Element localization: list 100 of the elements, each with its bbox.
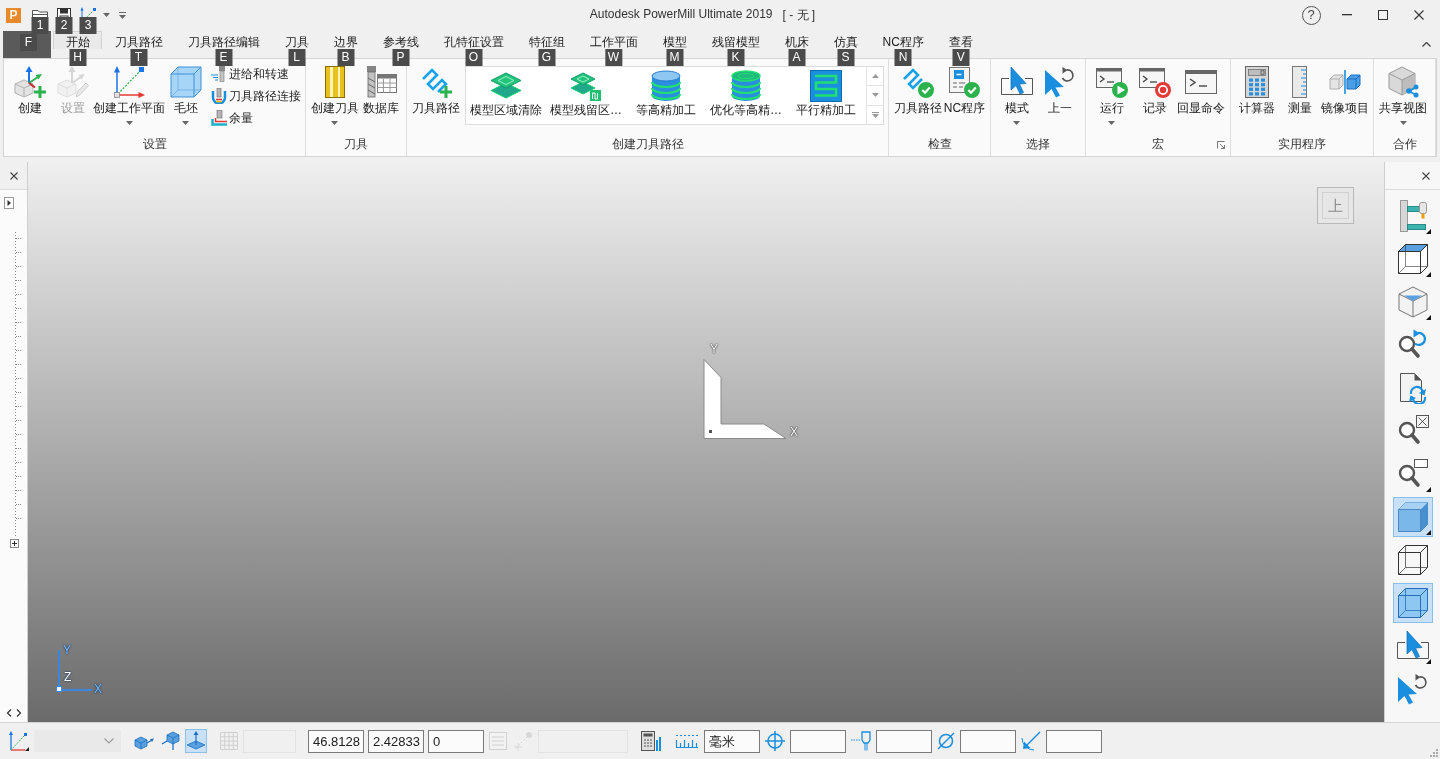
ribbon-tab[interactable]: 特征组	[516, 31, 577, 49]
ribbon-tab[interactable]: 查看	[936, 31, 986, 49]
ribbon-tab[interactable]: 刀具路径编辑	[175, 31, 272, 49]
group-label: 实用程序	[1278, 137, 1326, 151]
ribbon-tab[interactable]: NC程序	[870, 31, 937, 49]
cube-axes-pencil-icon	[56, 66, 89, 98]
gallery-item[interactable]: 优化等高精…	[706, 67, 786, 124]
selection-mode-button[interactable]: 模式	[995, 62, 1038, 132]
chevron-down-icon	[871, 93, 879, 98]
pane-close-icon[interactable]	[9, 171, 18, 180]
position-button[interactable]	[764, 729, 786, 753]
block-down-icon	[160, 731, 180, 751]
layers-square-icon	[570, 70, 602, 102]
cylinder-stack-icon	[730, 70, 762, 102]
view-y-button[interactable]	[159, 729, 181, 753]
mirror-button[interactable]: 镜像项目	[1321, 62, 1369, 132]
input-field[interactable]	[876, 729, 932, 753]
record-macro-button[interactable]: 记录	[1133, 62, 1176, 132]
ribbon-tab[interactable]: 仿真	[821, 31, 870, 49]
zoom-box-icon	[1396, 458, 1429, 490]
axis-line	[57, 650, 61, 686]
radius-button[interactable]	[1020, 729, 1042, 753]
pointer-undo-icon	[1396, 673, 1429, 705]
group-label: 宏	[1152, 137, 1164, 151]
maximize-icon[interactable]	[1378, 10, 1388, 20]
view-z-button[interactable]	[185, 729, 207, 753]
run-macro-button[interactable]: 运行	[1090, 62, 1133, 132]
minimize-icon[interactable]	[1342, 14, 1352, 16]
dialog-launcher-icon[interactable]	[1217, 141, 1225, 149]
caret-icon	[182, 121, 189, 125]
ribbon-tab[interactable]: 刀具路径	[102, 31, 175, 49]
block-plane-icon	[186, 731, 206, 751]
ribbon-tab[interactable]: 刀具	[272, 31, 321, 49]
keytip-tooltip: G	[538, 49, 555, 66]
previous-selection-button[interactable]: 上一	[1038, 62, 1081, 132]
toolpath-connections-button[interactable]: 刀具路径连接	[211, 88, 301, 104]
caret-icon[interactable]	[103, 13, 110, 17]
block-button[interactable]: 毛坯	[164, 62, 207, 132]
group-label: 选择	[1026, 137, 1050, 151]
group-label: 合作	[1392, 137, 1417, 151]
measure-button[interactable]: 测量	[1278, 62, 1321, 132]
collapse-icon[interactable]	[1422, 41, 1431, 47]
terminal-icon	[1185, 70, 1217, 94]
calculator-button[interactable]	[640, 729, 662, 753]
dropdown-triangle-icon	[1425, 315, 1431, 320]
dropdown-triangle-icon	[1425, 272, 1431, 277]
iso-cube-icon	[1396, 286, 1429, 318]
pointer-box-icon	[1396, 630, 1429, 662]
input-field[interactable]	[960, 729, 1016, 753]
input-field[interactable]: 0	[428, 729, 484, 753]
keytip-tooltip: M	[666, 49, 683, 66]
gallery-item[interactable]: 等高精加工	[626, 67, 706, 124]
pane-close-icon[interactable]	[1422, 171, 1430, 180]
wireframe-cube-icon	[1396, 544, 1429, 576]
group-label: 刀具	[344, 137, 368, 151]
ribbon-tab[interactable]: 孔特征设置	[431, 31, 516, 49]
thickness-button[interactable]: 余量	[211, 110, 301, 126]
input-field[interactable]	[790, 729, 846, 753]
arrow-arc-icon	[1021, 731, 1041, 751]
scroll-arrows-icon[interactable]	[6, 709, 22, 717]
ribbon-tab[interactable]: 工作平面	[577, 31, 650, 49]
workplane-button[interactable]	[8, 729, 30, 753]
create-toolpath-button[interactable]: 刀具路径	[411, 62, 461, 132]
ribbon-tab[interactable]: 边界	[321, 31, 370, 49]
customize-icon[interactable]	[119, 11, 126, 19]
feeds-speeds-button[interactable]: 进给和转速	[211, 66, 301, 82]
keytip-tooltip: B	[337, 49, 354, 66]
cutter-arc-icon	[211, 88, 227, 104]
tool-button[interactable]	[850, 729, 872, 753]
plus-box-icon[interactable]	[10, 539, 19, 548]
input-field[interactable]: 毫米	[704, 729, 760, 753]
calculator-button[interactable]: 计算器	[1235, 62, 1278, 132]
close-icon[interactable]	[1414, 10, 1424, 20]
keytip-tooltip: 1	[31, 17, 49, 34]
input-field[interactable]	[1046, 729, 1102, 753]
create-button[interactable]: 创建	[8, 62, 51, 132]
echo-commands-button[interactable]: 回显命令	[1176, 62, 1226, 132]
axis-label: X	[790, 425, 798, 439]
dropdown-triangle-icon	[1425, 530, 1431, 535]
transparent-view-button[interactable]	[1392, 583, 1433, 623]
gallery-item[interactable]: 模型残留区…	[546, 67, 626, 124]
share-view-button[interactable]: 共享视图	[1378, 62, 1428, 132]
axes-icon	[113, 66, 145, 98]
gallery-item[interactable]: 平行精加工	[786, 67, 866, 124]
document-check-icon	[948, 66, 981, 98]
keytip-tooltip: F	[20, 34, 37, 51]
ribbon-tab[interactable]: 参考线	[370, 31, 431, 49]
ribbon-tab[interactable]: 模型	[650, 31, 699, 49]
input-field[interactable]: 46.8128	[308, 729, 364, 753]
expand-arrow-icon[interactable]	[4, 197, 14, 209]
gallery-item[interactable]: 模型区域清除	[466, 67, 546, 124]
axes-corner-icon	[9, 731, 29, 751]
resize-grip-icon[interactable]	[1430, 749, 1438, 757]
keytip-tooltip: T	[130, 49, 147, 66]
ribbon-tab[interactable]: 机床	[772, 31, 821, 49]
shaded-cube-icon	[1396, 501, 1429, 533]
transparent-cube-icon	[1396, 587, 1429, 619]
input-field[interactable]: 2.42833	[368, 729, 424, 753]
chevron-combo-icon	[104, 738, 114, 744]
ribbon-tab[interactable]: 残留模型	[699, 31, 772, 49]
